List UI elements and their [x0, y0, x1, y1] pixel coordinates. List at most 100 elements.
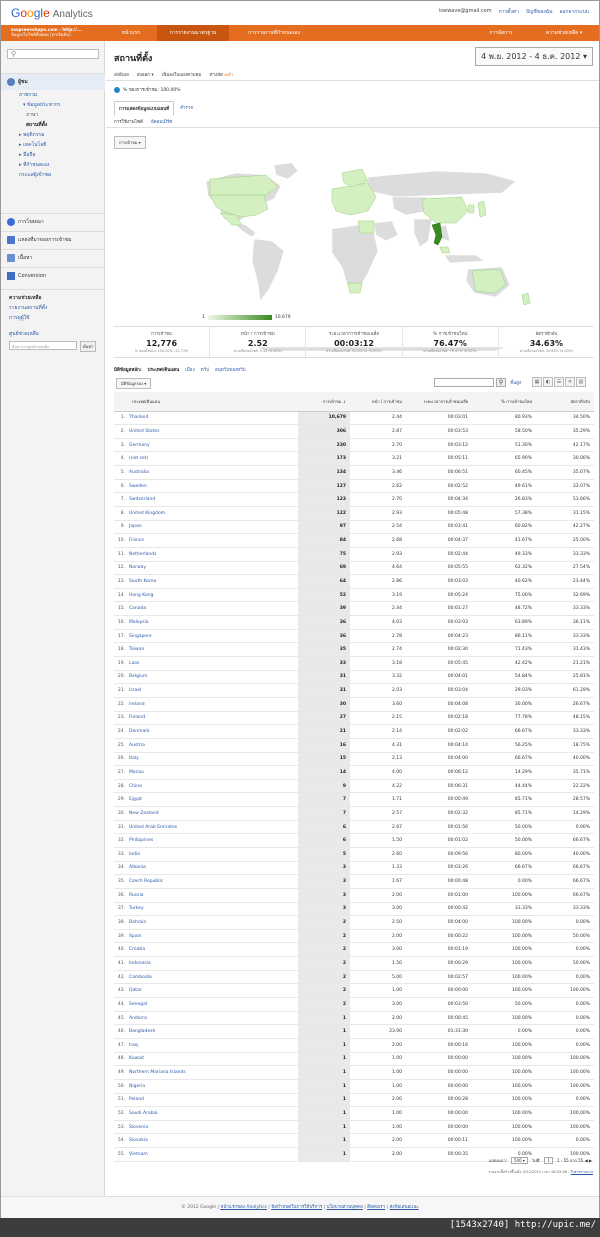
country-link[interactable]: New Zealand: [128, 806, 298, 821]
country-link[interactable]: Iraq: [128, 1038, 298, 1053]
search-icon[interactable]: ⚲: [496, 378, 506, 387]
country-link[interactable]: Qatar: [128, 983, 298, 999]
sidebar-item-location[interactable]: สถานที่ตั้ง: [1, 120, 105, 130]
date-range-picker[interactable]: 4 พ.ย. 2012 - 4 ธ.ค. 2012 ▾: [475, 47, 593, 66]
country-link[interactable]: Senegal: [128, 997, 298, 1012]
country-link[interactable]: India: [128, 847, 298, 862]
col-pages-per-visit[interactable]: หน้า / การเข้าชม: [350, 392, 406, 412]
tab-map-overlay[interactable]: การแสดงข้อมูลแบบแผนที่: [114, 101, 175, 116]
sidebar-item-visitors-flow[interactable]: กระแสผู้เข้าชม: [1, 170, 105, 180]
country-link[interactable]: Israel: [128, 683, 298, 698]
sign-out-link[interactable]: ออกจากระบบ: [559, 8, 589, 16]
dimension-continent[interactable]: ทวีป: [201, 366, 209, 373]
country-link[interactable]: Italy: [128, 752, 298, 767]
country-link[interactable]: Belgium: [128, 670, 298, 685]
sidebar-item-technology[interactable]: ▸ เทคโนโลยี: [1, 140, 105, 150]
report-search-input[interactable]: ⚲: [7, 49, 99, 59]
email-button[interactable]: ส่งอีเมล: [114, 71, 129, 78]
country-link[interactable]: Singapore: [128, 629, 298, 644]
country-link[interactable]: Hong Kong: [128, 588, 298, 603]
country-link[interactable]: Australia: [128, 465, 298, 480]
country-link[interactable]: Thailand: [128, 411, 298, 426]
country-link[interactable]: Slovenia: [128, 1120, 298, 1135]
tab-site-usage[interactable]: การใช้งานไซต์: [114, 118, 143, 125]
dimension-city[interactable]: เมือง: [185, 366, 194, 373]
country-link[interactable]: Saudi Arabia: [128, 1106, 298, 1121]
country-link[interactable]: Macau: [128, 765, 298, 780]
country-link[interactable]: Nigeria: [128, 1079, 298, 1094]
country-link[interactable]: Laos: [128, 656, 298, 671]
country-link[interactable]: Sweden: [128, 479, 298, 494]
country-link[interactable]: Bahrain: [128, 915, 298, 930]
country-link[interactable]: Denmark: [128, 724, 298, 739]
country-link[interactable]: Philippines: [128, 833, 298, 848]
sidebar-item-custom[interactable]: ▸ ที่กำหนดเอง: [1, 160, 105, 170]
country-link[interactable]: China: [128, 779, 298, 794]
shortcut-button[interactable]: ทางลัด เบต้า: [210, 71, 234, 78]
sidebar-item-language[interactable]: ภาษา: [1, 110, 105, 120]
country-link[interactable]: Austria: [128, 738, 298, 753]
footer-link-feedback[interactable]: ส่งข้อเสนอแนะ: [390, 1205, 419, 1210]
footer-link-contact[interactable]: ติดต่อเรา: [367, 1205, 385, 1210]
help-search-input[interactable]: ค้นหาจากศูนย์ช่วยเหลือ: [9, 341, 77, 350]
country-link[interactable]: Slovakia: [128, 1133, 298, 1149]
tab-explorer[interactable]: สำรวจ: [176, 101, 197, 116]
country-link[interactable]: Poland: [128, 1093, 298, 1108]
sidebar-item-content[interactable]: เนื้อหา: [1, 250, 105, 266]
tab-standard-reports[interactable]: การรายงานมาตรฐาน: [157, 25, 229, 41]
sidebar-item-behavior[interactable]: ▸ พฤติกรรม: [1, 130, 105, 140]
performance-view-icon[interactable]: ☰: [554, 377, 564, 387]
country-link[interactable]: Northern Mariana Islands: [128, 1065, 298, 1080]
table-view-icon[interactable]: ▦: [532, 377, 542, 387]
country-link[interactable]: Albania: [128, 861, 298, 876]
advanced-filter-link[interactable]: ขั้นสูง: [510, 379, 521, 386]
tab-ecommerce[interactable]: อีคอมเมิร์ซ: [151, 118, 172, 125]
tab-admin[interactable]: การจัดการ: [479, 25, 523, 41]
footer-link-terms[interactable]: ข้อกำหนดในการให้บริการ: [271, 1205, 322, 1210]
tab-help[interactable]: ความช่วยเหลือ ▾: [531, 25, 597, 41]
dimension-country[interactable]: ประเทศ/ดินแดน: [148, 366, 180, 373]
country-link[interactable]: Bangladesh: [128, 1024, 298, 1039]
pivot-view-icon[interactable]: ▥: [576, 377, 586, 387]
col-avg-duration[interactable]: ระยะเวลาการเข้าชมเฉลี่ย: [406, 392, 472, 412]
country-link[interactable]: Finland: [128, 711, 298, 726]
sidebar-item-overview[interactable]: ภาพรวม: [1, 90, 105, 100]
country-link[interactable]: Croatia: [128, 942, 298, 958]
country-link[interactable]: (not set): [128, 451, 298, 467]
country-link[interactable]: Malaysia: [128, 615, 298, 630]
sidebar-item-advertising[interactable]: การโฆษณา: [1, 214, 105, 230]
country-link[interactable]: Switzerland: [128, 492, 298, 507]
help-search-button[interactable]: ค้นหา: [80, 341, 97, 352]
world-map[interactable]: [106, 151, 599, 351]
country-link[interactable]: Czech Republic: [128, 874, 298, 889]
country-link[interactable]: Netherlands: [128, 547, 298, 562]
country-link[interactable]: United Arab Emirates: [128, 820, 298, 835]
my-account-link[interactable]: บัญชีของฉัน: [526, 8, 553, 16]
account-selector[interactable]: ssspreevshopn.com - http://... ข้อมูลเว็…: [11, 27, 109, 37]
country-link[interactable]: South Korea: [128, 574, 298, 589]
country-link[interactable]: France: [128, 533, 298, 548]
sidebar-item-mobile[interactable]: ▸ มือถือ: [1, 150, 105, 160]
country-link[interactable]: United Kingdom: [128, 506, 298, 521]
comparison-view-icon[interactable]: ≑: [565, 377, 575, 387]
refresh-report-link[interactable]: รีเฟรชรายงาน: [571, 1170, 593, 1174]
footer-link-privacy[interactable]: นโยบายส่วนบุคคล: [327, 1205, 363, 1210]
help-link-users[interactable]: การดูผู้ใช้: [9, 314, 97, 322]
country-link[interactable]: Egypt: [128, 792, 298, 808]
col-new-visits[interactable]: % การเข้าชมใหม่: [472, 392, 536, 412]
country-link[interactable]: Indonesia: [128, 956, 298, 971]
country-link[interactable]: United States: [128, 424, 298, 439]
help-center-link[interactable]: ศูนย์ช่วยเหลือ: [9, 330, 97, 338]
country-link[interactable]: Canada: [128, 601, 298, 617]
pie-view-icon[interactable]: ◐: [543, 377, 553, 387]
page-range[interactable]: 1 - 55 จาก 55 ◀ ▶: [557, 1157, 592, 1164]
country-link[interactable]: Taiwan: [128, 642, 298, 658]
col-bounce-rate[interactable]: อัตราตีกลับ: [536, 392, 594, 412]
table-filter-input[interactable]: [434, 378, 494, 387]
google-analytics-logo[interactable]: Google Analytics: [11, 6, 93, 20]
map-metric-select[interactable]: การเข้าชม ▾: [114, 136, 146, 149]
col-visits[interactable]: การเข้าชม ↓: [298, 392, 350, 412]
settings-link[interactable]: การตั้งค่า: [499, 8, 519, 16]
country-link[interactable]: Ireland: [128, 697, 298, 712]
country-link[interactable]: Spain: [128, 929, 298, 944]
